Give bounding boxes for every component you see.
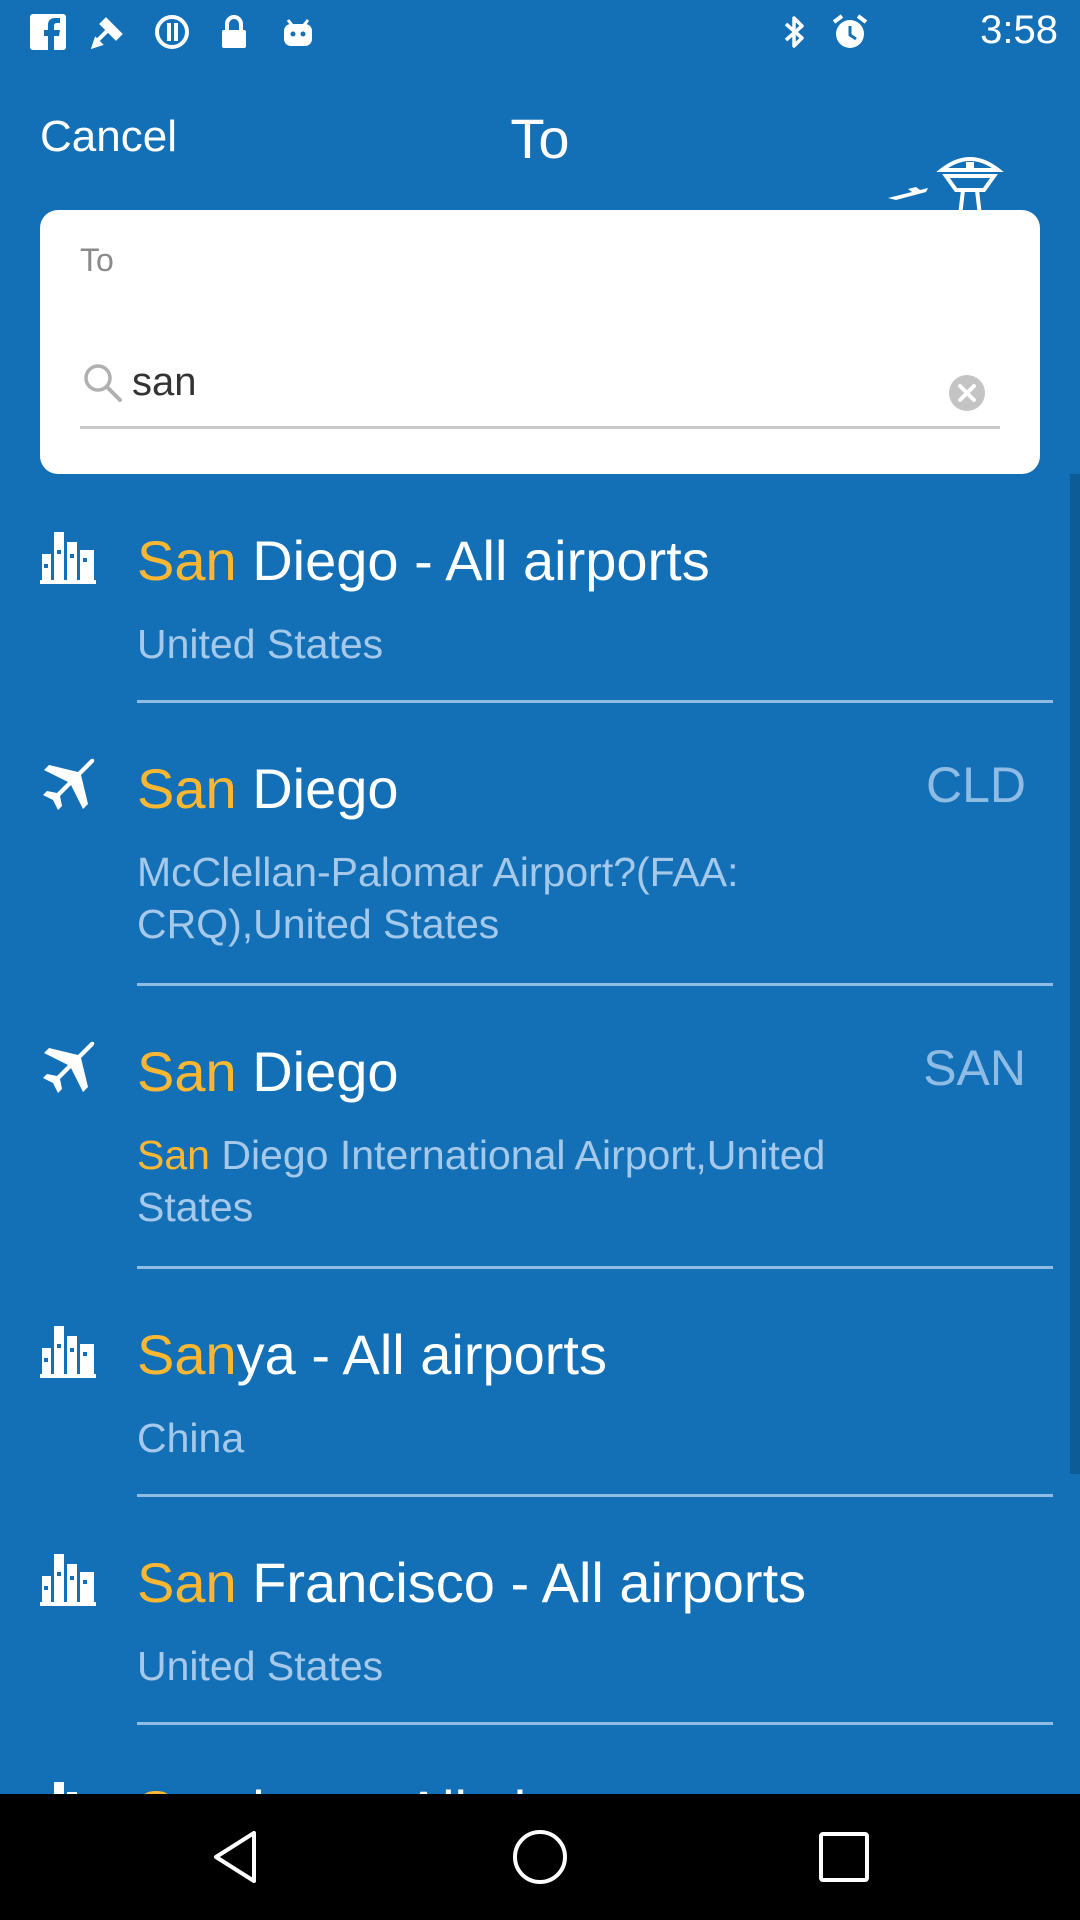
result-location: China [137, 1415, 245, 1461]
facebook-icon [30, 14, 66, 52]
result-subtitle: United States [137, 618, 937, 670]
android-icon [284, 19, 312, 46]
search-card: To [40, 210, 1040, 474]
list-item[interactable]: San Diego CLD McClellan-Palomar Airport?… [0, 702, 1080, 986]
recents-icon[interactable] [814, 1827, 874, 1887]
result-location: Diego International Airport,United State… [137, 1132, 826, 1230]
list-item[interactable]: San Francisco - All airports United Stat… [0, 1496, 1080, 1725]
result-name: ya - All airports [236, 1323, 607, 1386]
result-subtitle: McClellan-Palomar Airport?(FAA: CRQ),Uni… [137, 846, 937, 950]
result-name: Diego [236, 757, 399, 820]
status-bar: 3:58 [0, 0, 1080, 66]
city-icon [40, 1326, 96, 1378]
result-title: San Diego [137, 756, 399, 821]
result-title: San Diego - All airports [137, 528, 710, 593]
navigation-bar [0, 1794, 1080, 1920]
result-name: Diego - All airports [236, 529, 710, 592]
list-item[interactable]: San Diego SAN San Diego International Ai… [0, 985, 1080, 1269]
results-list: San Diego - All airports United States S… [0, 474, 1080, 1794]
match-highlight: San [137, 1779, 237, 1794]
match-highlight: San [137, 1323, 237, 1386]
result-name: Francisco - All airports [236, 1551, 807, 1614]
airplane-icon [43, 758, 95, 810]
city-icon [40, 1554, 96, 1606]
result-name: tiago - All airports [237, 1779, 670, 1794]
result-subtitle: China [137, 1412, 937, 1464]
search-icon [84, 364, 122, 402]
result-location: United States [137, 621, 384, 667]
search-input[interactable] [132, 354, 912, 410]
match-highlight: San [137, 1040, 237, 1103]
result-location: United States [137, 1643, 384, 1689]
result-subtitle: San Diego International Airport,United S… [137, 1129, 937, 1233]
result-location: McClellan-Palomar Airport?(FAA: CRQ),Uni… [137, 849, 739, 947]
match-highlight: San [137, 1551, 237, 1614]
match-highlight: San [137, 1132, 210, 1178]
control-tower-icon [888, 157, 1004, 216]
list-item[interactable]: San Diego - All airports United States [0, 474, 1080, 703]
back-icon[interactable] [206, 1827, 266, 1887]
airport-code: SAN [923, 1040, 1026, 1096]
list-item[interactable]: Santiago - All airports [0, 1724, 1080, 1794]
title-bar: Cancel To [0, 66, 1080, 216]
home-icon[interactable] [510, 1827, 570, 1887]
result-title: Sanya - All airports [137, 1322, 607, 1387]
match-highlight: San [137, 757, 237, 820]
city-icon [54, 1782, 77, 1794]
city-icon [40, 532, 96, 584]
result-title: Santiago - All airports [137, 1778, 669, 1794]
scrollbar[interactable] [1070, 474, 1080, 1474]
result-subtitle: United States [137, 1640, 937, 1692]
result-title: San Diego [137, 1039, 399, 1104]
search-label: To [80, 242, 114, 278]
result-title: San Francisco - All airports [137, 1550, 806, 1615]
sync-icon [155, 15, 189, 49]
airport-code: CLD [925, 757, 1026, 813]
match-highlight: San [137, 529, 237, 592]
list-item[interactable]: Sanya - All airports China [0, 1268, 1080, 1497]
bluetooth-icon [784, 16, 804, 48]
no-sim-satellite-icon [90, 17, 123, 50]
search-row [80, 346, 1000, 429]
airplane-icon [43, 1041, 95, 1093]
alarm-icon [832, 14, 868, 48]
status-clock: 3:58 [980, 8, 1058, 52]
lock-icon [222, 15, 246, 48]
clear-icon[interactable] [948, 374, 986, 412]
result-name: Diego [236, 1040, 399, 1103]
